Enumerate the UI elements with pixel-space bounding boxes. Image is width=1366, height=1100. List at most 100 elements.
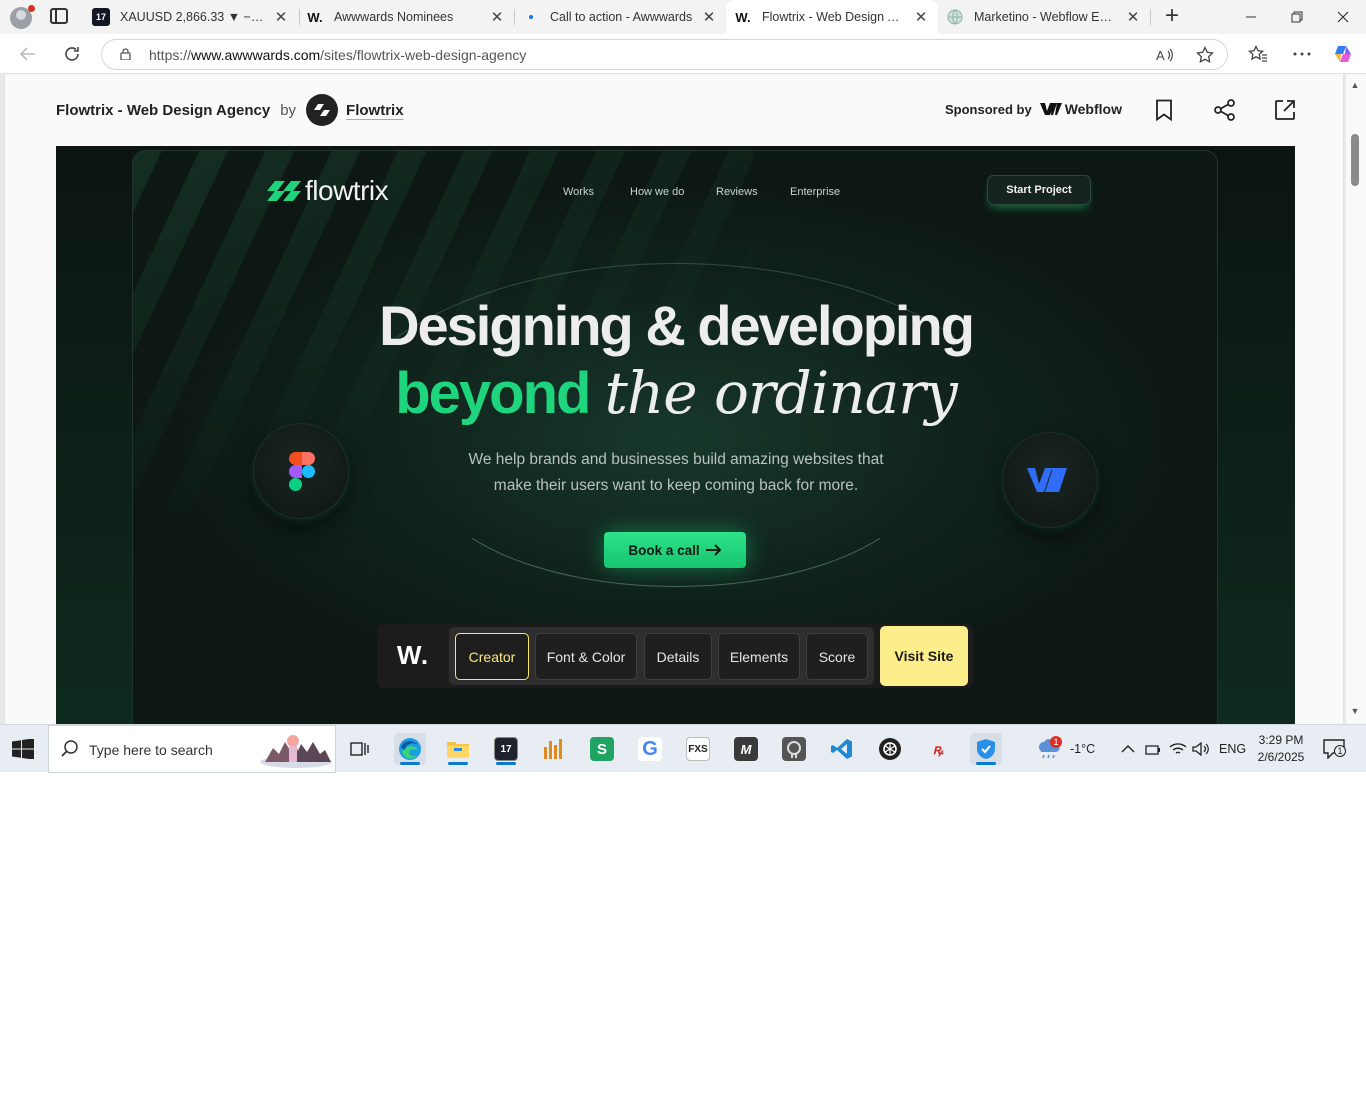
book-a-call-button[interactable]: Book a call: [604, 532, 746, 568]
flowtrix-logo-text: flowtrix: [305, 175, 389, 206]
windows-start-icon[interactable]: [12, 739, 34, 759]
nav-enterprise[interactable]: Enterprise: [790, 186, 840, 198]
share-icon[interactable]: [1213, 98, 1237, 122]
page-scrollbar[interactable]: ▲ ▼: [1346, 74, 1366, 724]
tab-close-icon[interactable]: ✕: [1124, 8, 1142, 26]
preview-side-right: [1218, 150, 1295, 724]
more-options-icon[interactable]: [1290, 42, 1314, 66]
nav-works[interactable]: Works: [563, 186, 594, 198]
tab-font-color[interactable]: Font & Color: [535, 633, 637, 680]
tray-chevron-icon[interactable]: [1121, 725, 1135, 773]
sponsor-logo[interactable]: Webflow: [1039, 101, 1122, 117]
weather-widget[interactable]: 1 -1°C: [1036, 725, 1095, 773]
windows-taskbar: Type here to search 17 S G FXS M ꝶ 1 -1°…: [0, 724, 1366, 773]
bookmark-icon[interactable]: [1152, 98, 1176, 122]
site-preview-screenshot[interactable]: flowtrix Works How we do Reviews Enterpr…: [56, 146, 1295, 724]
read-aloud-icon[interactable]: A: [1154, 44, 1176, 66]
scroll-down-icon[interactable]: ▼: [1350, 706, 1360, 716]
task-view-icon[interactable]: [344, 733, 376, 765]
tab-close-icon[interactable]: ✕: [912, 8, 930, 26]
svg-text:A: A: [1156, 48, 1165, 63]
sponsored-by-label: Sponsored by: [945, 101, 1032, 117]
tab-close-icon[interactable]: ✕: [272, 8, 290, 26]
start-project-button[interactable]: Start Project: [987, 175, 1091, 205]
tradingview-icon[interactable]: 17: [490, 733, 522, 765]
fxs-icon[interactable]: FXS: [682, 733, 714, 765]
scroll-up-icon[interactable]: ▲: [1350, 80, 1360, 90]
tab-close-icon[interactable]: ✕: [488, 8, 506, 26]
chart-app-icon[interactable]: [538, 733, 570, 765]
scroll-thumb[interactable]: [1351, 134, 1359, 186]
tab-awwwards-nominees[interactable]: W. Awwwards Nominees ✕: [298, 0, 514, 34]
notification-center-icon[interactable]: 1: [1323, 739, 1347, 760]
nav-reviews[interactable]: Reviews: [716, 186, 758, 198]
chatgpt-icon[interactable]: [874, 733, 906, 765]
tab-elements[interactable]: Elements: [718, 633, 800, 680]
file-explorer-icon[interactable]: [442, 733, 474, 765]
nav-how-we-do[interactable]: How we do: [630, 186, 684, 198]
tab-title: Call to action - Awwwards: [550, 10, 693, 24]
active-indicator: [496, 762, 516, 765]
tab-score[interactable]: Score: [806, 633, 868, 680]
by-label: by: [280, 101, 297, 119]
globe-icon: [946, 8, 964, 26]
shield-app-icon[interactable]: [970, 733, 1002, 765]
github-icon[interactable]: [778, 733, 810, 765]
new-tab-plus-icon[interactable]: +: [1160, 4, 1184, 29]
url-field[interactable]: https://www.awwwards.com/sites/flowtrix-…: [101, 39, 1228, 70]
creator-link[interactable]: Flowtrix: [346, 102, 404, 119]
page-viewport: Flowtrix - Web Design Agency by Flowtrix…: [0, 74, 1366, 724]
clock[interactable]: 3:29 PM 2/6/2025: [1251, 732, 1311, 766]
awwwards-icon: W.: [307, 9, 323, 25]
close-window-icon[interactable]: [1320, 0, 1366, 34]
favorites-icon[interactable]: [1246, 42, 1270, 66]
tradingview-icon: 17: [92, 8, 110, 26]
tab-flowtrix-active[interactable]: W. Flowtrix - Web Design Agenc ✕: [726, 0, 938, 34]
lock-icon[interactable]: [120, 48, 131, 60]
language-indicator[interactable]: ENG: [1219, 725, 1246, 773]
open-external-icon[interactable]: [1273, 98, 1297, 122]
arrow-right-icon: [705, 544, 722, 556]
s-app-icon[interactable]: S: [586, 733, 618, 765]
vscode-icon[interactable]: [826, 733, 858, 765]
tab-creator[interactable]: Creator: [455, 633, 529, 680]
clock-date: 2/6/2025: [1257, 750, 1305, 764]
favorite-star-icon[interactable]: [1194, 44, 1216, 66]
weather-temperature: -1°C: [1070, 742, 1096, 756]
tab-close-icon[interactable]: ✕: [700, 8, 718, 26]
hero-subtitle: We help brands and businesses build amaz…: [426, 447, 926, 499]
flowtrix-mark-icon: [267, 181, 301, 201]
rr-app-icon[interactable]: ꝶ: [922, 733, 954, 765]
refresh-icon[interactable]: [60, 42, 84, 66]
tab-call-to-action[interactable]: Call to action - Awwwards ✕: [514, 0, 726, 34]
flowtrix-logo[interactable]: flowtrix: [267, 175, 389, 207]
sponsor-block: Sponsored by Webflow: [945, 101, 1122, 117]
wifi-icon[interactable]: [1169, 725, 1187, 773]
restore-icon[interactable]: [1274, 0, 1320, 34]
tab-separator: [1150, 9, 1151, 25]
tab-details[interactable]: Details: [644, 633, 712, 680]
taskbar-search-box[interactable]: Type here to search: [48, 725, 336, 773]
tab-marketino[interactable]: Marketino - Webflow Ecomm ✕: [938, 0, 1150, 34]
back-arrow-icon[interactable]: [16, 42, 40, 66]
tab-actions-icon[interactable]: [50, 8, 68, 24]
minimize-icon[interactable]: [1228, 0, 1274, 34]
toolbar-tab-group: Creator Font & Color Details Elements Sc…: [449, 627, 874, 685]
awwwards-toolbar: W. Creator Font & Color Details Elements…: [377, 624, 973, 688]
battery-icon[interactable]: [1145, 725, 1161, 773]
tab-xauusd[interactable]: 17 XAUUSD 2,866.33 ▼ −0.01% ✕: [84, 0, 298, 34]
copilot-icon[interactable]: [1331, 42, 1355, 66]
chrome-icon[interactable]: G: [634, 733, 666, 765]
creator-avatar[interactable]: [306, 94, 339, 126]
profile-notification-dot: [28, 5, 35, 12]
preview-side-left: [56, 150, 132, 724]
volume-icon[interactable]: [1192, 725, 1210, 773]
m-app-icon[interactable]: M: [730, 733, 762, 765]
awwwards-logo[interactable]: W.: [385, 632, 441, 678]
visit-site-button[interactable]: Visit Site: [880, 626, 968, 686]
edge-icon[interactable]: [394, 733, 426, 765]
dot-icon: [522, 8, 540, 26]
url-text: https://www.awwwards.com/sites/flowtrix-…: [149, 47, 527, 63]
tab-title: XAUUSD 2,866.33 ▼ −0.01%: [120, 10, 266, 24]
webflow-logo-icon: [1039, 103, 1062, 115]
